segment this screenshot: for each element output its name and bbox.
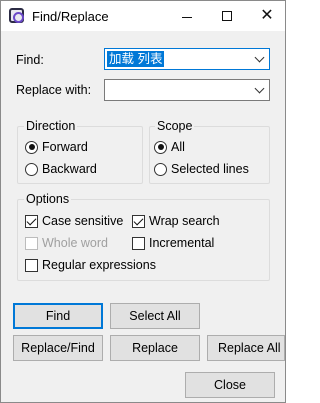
scope-group: Scope All Selected lines [149, 119, 270, 184]
title-bar[interactable]: Find/Replace ✕ [1, 1, 285, 31]
find-label: Find: [16, 53, 44, 67]
scope-all-label: All [171, 140, 185, 154]
regex-checkbox[interactable]: Regular expressions [25, 258, 156, 272]
close-button[interactable]: Close [185, 372, 275, 398]
forward-radio[interactable]: Forward [25, 140, 88, 154]
backward-label: Backward [42, 162, 97, 176]
options-title: Options [24, 192, 72, 206]
wrap-search-box[interactable] [132, 214, 145, 228]
selected-lines-radio-dot[interactable] [154, 162, 167, 176]
close-window-icon[interactable]: ✕ [249, 1, 285, 31]
selected-lines-radio[interactable]: Selected lines [154, 162, 249, 176]
case-sensitive-box[interactable] [25, 214, 38, 228]
replace-value[interactable] [107, 82, 111, 98]
maximize-icon[interactable] [209, 1, 245, 31]
wrap-search-label: Wrap search [149, 214, 220, 228]
replace-button[interactable]: Replace [110, 335, 200, 361]
selected-lines-label: Selected lines [171, 162, 249, 176]
replace-label: Replace with: [16, 83, 92, 97]
incremental-box[interactable] [132, 236, 145, 250]
direction-group: Direction Forward Backward [17, 119, 143, 184]
whole-word-label: Whole word [42, 236, 108, 250]
window-title: Find/Replace [32, 9, 109, 24]
forward-radio-dot[interactable] [25, 140, 38, 154]
backward-radio-dot[interactable] [25, 162, 38, 176]
options-group: Options Case sensitive Wrap search Whole… [17, 192, 270, 281]
find-replace-dialog: Find/Replace ✕ Find: 加载 列表 Replace with:… [0, 0, 286, 403]
wrap-search-checkbox[interactable]: Wrap search [132, 214, 220, 228]
case-sensitive-label: Case sensitive [42, 214, 124, 228]
find-button[interactable]: Find [13, 303, 103, 329]
incremental-checkbox[interactable]: Incremental [132, 236, 214, 250]
scope-title: Scope [155, 119, 195, 133]
find-value[interactable]: 加载 列表 [107, 51, 165, 67]
case-sensitive-checkbox[interactable]: Case sensitive [25, 214, 123, 228]
replace-combo[interactable] [104, 79, 270, 101]
scope-all-radio-dot[interactable] [154, 140, 167, 154]
regex-box[interactable] [25, 258, 38, 272]
replace-all-button[interactable]: Replace All [207, 335, 285, 361]
forward-label: Forward [42, 140, 88, 154]
whole-word-checkbox: Whole word [25, 236, 108, 250]
regex-label: Regular expressions [42, 258, 156, 272]
select-all-button[interactable]: Select All [110, 303, 200, 329]
scope-all-radio[interactable]: All [154, 140, 185, 154]
minimize-icon[interactable] [169, 1, 205, 31]
app-icon [9, 8, 24, 23]
backward-radio[interactable]: Backward [25, 162, 97, 176]
find-combo[interactable]: 加载 列表 [104, 48, 270, 70]
chevron-down-icon[interactable] [254, 52, 265, 63]
direction-title: Direction [24, 119, 78, 133]
chevron-down-icon[interactable] [254, 83, 265, 94]
replace-find-button[interactable]: Replace/Find [13, 335, 103, 361]
whole-word-box [25, 236, 38, 250]
incremental-label: Incremental [149, 236, 215, 250]
